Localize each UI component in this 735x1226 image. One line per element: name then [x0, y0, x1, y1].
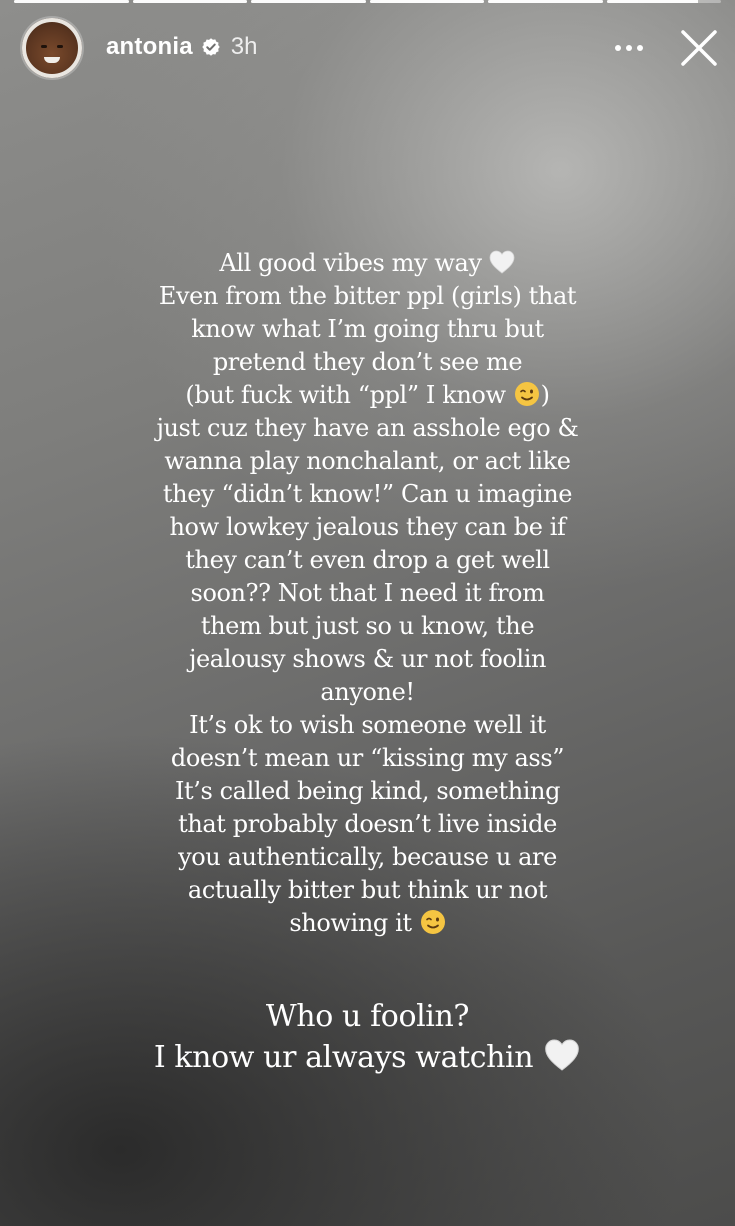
- story-line: that probably doesn’t live inside: [178, 810, 557, 838]
- winking-face-icon: [514, 382, 539, 406]
- story-line: how lowkey jealous they can be if: [169, 513, 566, 541]
- more-horizontal-icon: [615, 45, 643, 51]
- white-heart-icon: [545, 1039, 580, 1071]
- progress-segment-6: [606, 0, 721, 3]
- story-line: anyone!: [320, 678, 415, 706]
- winking-face-icon: [420, 910, 445, 934]
- post-time: 3h: [230, 33, 258, 60]
- verified-badge-icon: [202, 38, 220, 56]
- progress-segment-5: [488, 0, 603, 3]
- story-header: antonia 3h: [22, 18, 721, 78]
- story-line: they can’t even drop a get well: [185, 546, 550, 574]
- more-options-button[interactable]: [609, 30, 649, 66]
- story-line: they “didn’t know!” Can u imagine: [162, 480, 573, 508]
- story-text: All good vibes my way Even from the bitt…: [120, 247, 615, 940]
- story-line: It’s called being kind, something: [174, 777, 561, 805]
- story-line: just cuz they have an asshole ego &: [156, 414, 579, 442]
- white-heart-icon: [489, 250, 515, 274]
- closing-line: Who u foolin?: [265, 999, 470, 1034]
- story-line: you authentically, because u are: [178, 843, 557, 871]
- story-progress-bar: [14, 0, 721, 3]
- progress-segment-1: [14, 0, 129, 3]
- closing-line: I know ur always watchin: [120, 1037, 615, 1078]
- story-line: Even from the bitter ppl (girls) that: [158, 282, 577, 310]
- story-line: them but just so u know, the: [200, 612, 535, 640]
- story-line: jealousy shows & ur not foolin: [188, 645, 547, 673]
- close-icon: [681, 30, 717, 66]
- progress-segment-2: [132, 0, 247, 3]
- progress-segment-3: [251, 0, 366, 3]
- avatar[interactable]: [22, 18, 82, 78]
- close-button[interactable]: [677, 26, 721, 70]
- progress-segment-4: [369, 0, 484, 3]
- story-line: (but fuck with “ppl” I know): [185, 381, 550, 409]
- story-line: wanna play nonchalant, or act like: [164, 447, 571, 475]
- story-line: showing it: [120, 907, 615, 940]
- username[interactable]: antonia: [106, 33, 193, 61]
- story-line: doesn’t mean ur “kissing my ass”: [170, 744, 565, 772]
- story-line: It’s ok to wish someone well it: [189, 711, 546, 739]
- story-closing-text: Who u foolin? I know ur always watchin: [120, 997, 615, 1078]
- story-line: pretend they don’t see me: [212, 348, 523, 376]
- story-line: All good vibes my way: [120, 247, 615, 280]
- story-line: know what I’m going thru but: [191, 315, 544, 343]
- story-line: actually bitter but think ur not: [187, 876, 548, 904]
- story-line: soon?? Not that I need it from: [190, 579, 545, 607]
